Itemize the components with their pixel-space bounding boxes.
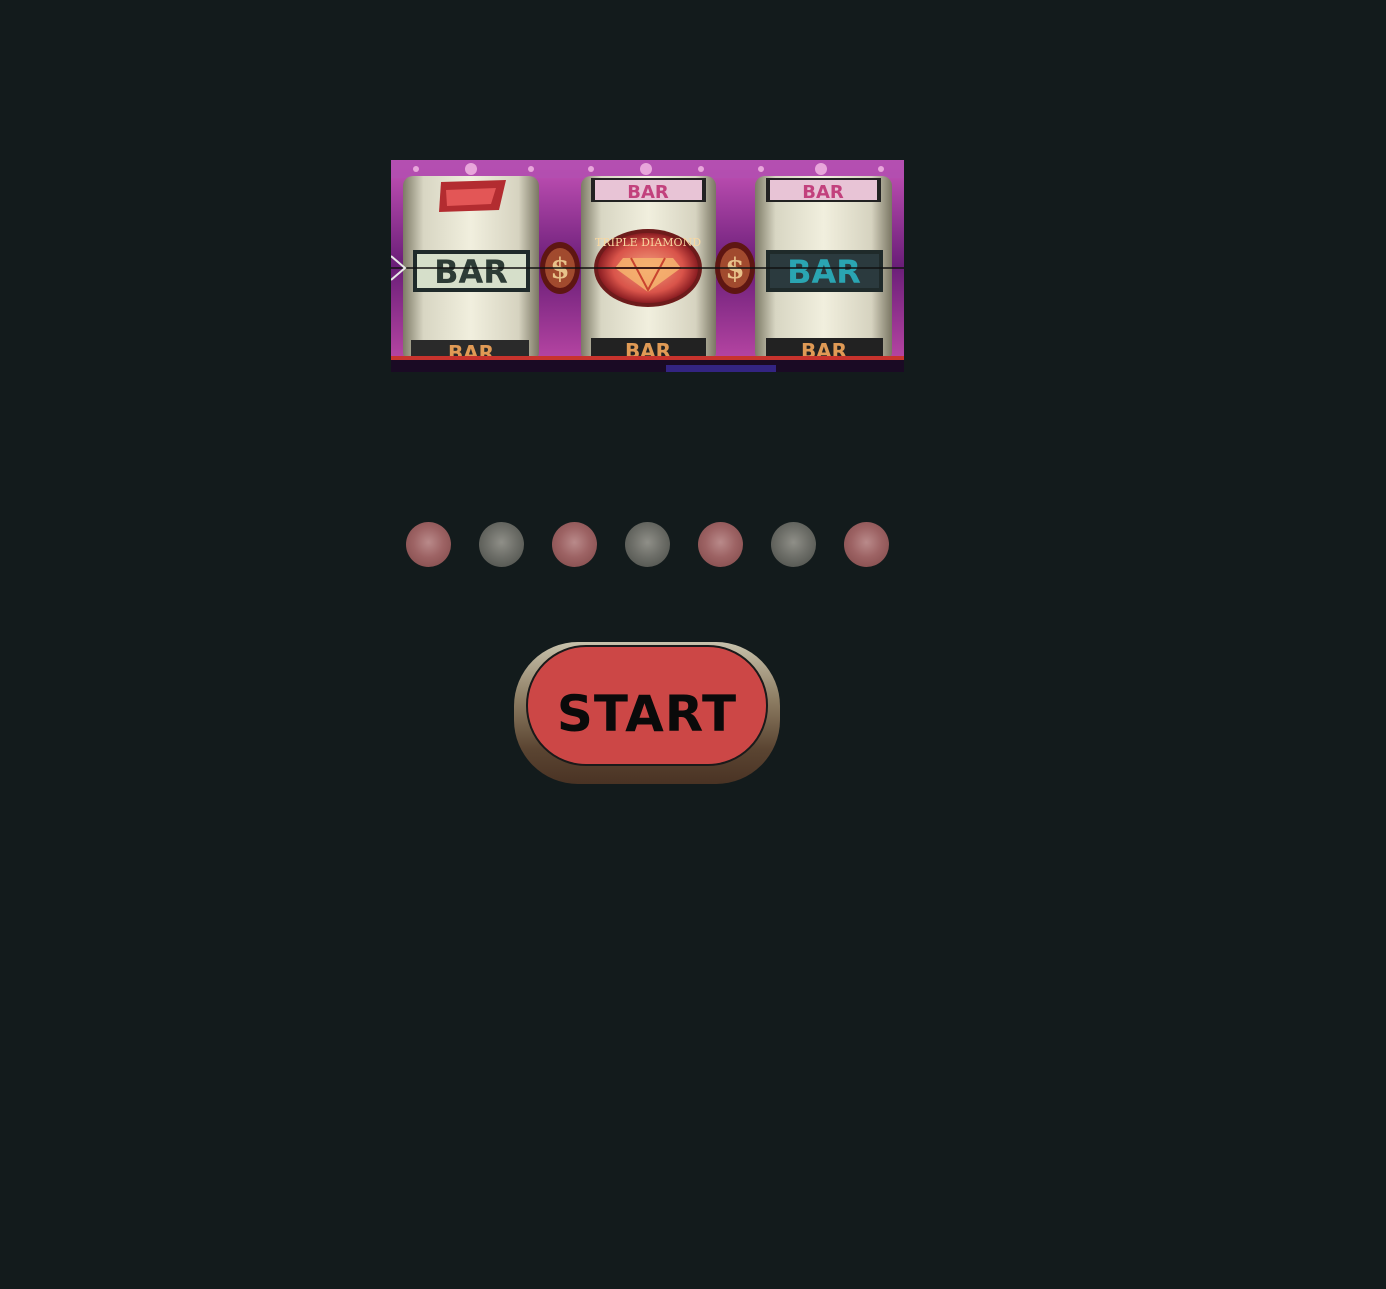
indicator-light-3 (552, 522, 597, 567)
slot-reels-graphic: BAR BAR BAR BAR BAR BAR BAR TRIPLE DIAMO… (391, 160, 904, 372)
indicator-light-1 (406, 522, 451, 567)
start-button-label: START (556, 684, 738, 743)
indicator-light-6 (771, 522, 816, 567)
indicator-lights (406, 522, 889, 567)
slot-machine: BAR BAR BAR BAR BAR BAR BAR TRIPLE DIAMO… (0, 0, 1386, 1289)
indicator-light-4 (625, 522, 670, 567)
start-button[interactable]: START (526, 645, 768, 766)
reel-2-middle-symbol: TRIPLE DIAMOND (595, 236, 701, 249)
reel-2-top-symbol: BAR (627, 182, 669, 203)
indicator-light-2 (479, 522, 524, 567)
indicator-light-5 (698, 522, 743, 567)
slot-reels-window: BAR BAR BAR BAR BAR BAR BAR TRIPLE DIAMO… (391, 160, 904, 372)
reel-1-middle-symbol: BAR (434, 253, 508, 291)
indicator-light-7 (844, 522, 889, 567)
reel-3-middle-symbol: BAR (787, 253, 861, 291)
reel-3-top-symbol: BAR (802, 182, 844, 203)
seven-symbol-icon (439, 180, 506, 212)
